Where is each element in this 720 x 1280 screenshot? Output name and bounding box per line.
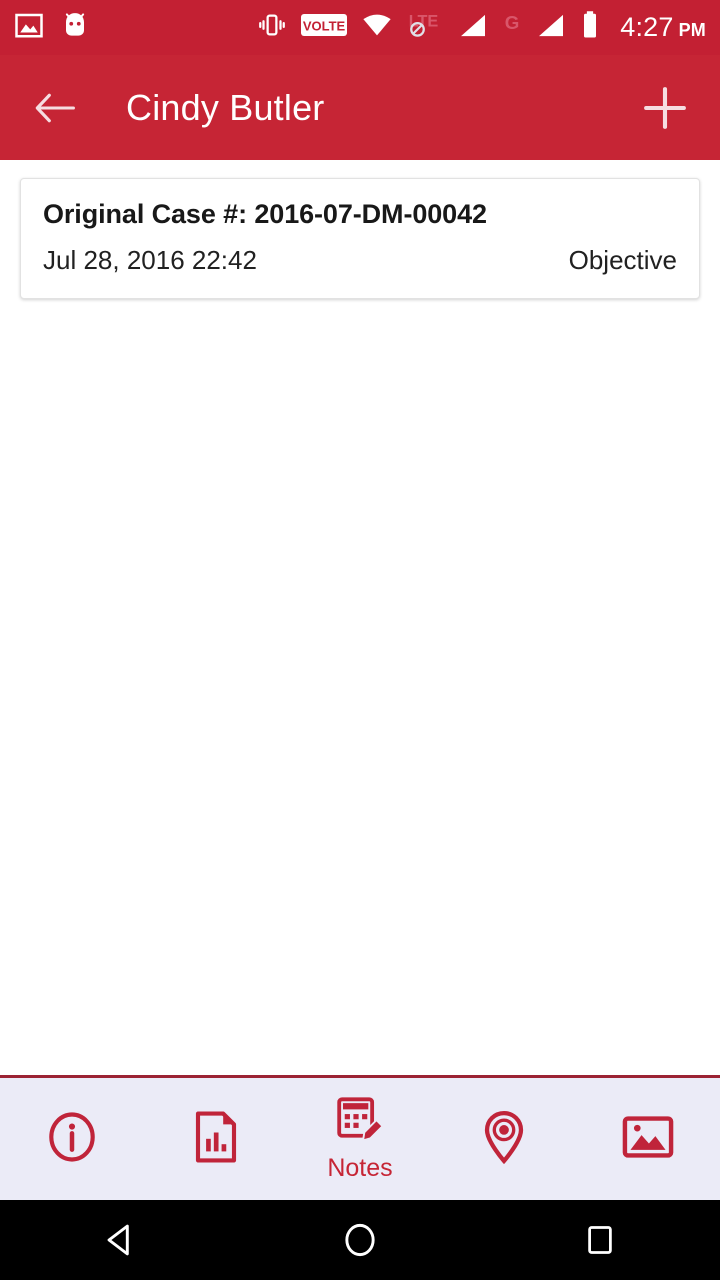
triangle-back-icon: [107, 1224, 129, 1256]
android-head-icon: [60, 10, 90, 45]
map-pin-icon: [480, 1109, 528, 1170]
page-title: Cindy Butler: [126, 86, 325, 128]
status-bar: VOLTE LTE G 4:27 PM: [0, 0, 720, 55]
add-note-button[interactable]: [636, 79, 694, 137]
note-card[interactable]: Original Case #: 2016-07-DM-00042 Jul 28…: [20, 178, 700, 299]
vibrate-icon: [257, 10, 287, 45]
arrow-left-icon: [35, 93, 75, 122]
clock-time: 4:27: [620, 12, 674, 42]
info-circle-icon: [45, 1110, 99, 1169]
bottom-navigation-bar: Notes: [0, 1075, 720, 1200]
nav-item-reports[interactable]: [144, 1078, 288, 1200]
android-home-button[interactable]: [330, 1210, 390, 1270]
photo-image-icon: [620, 1113, 676, 1166]
circle-home-icon: [345, 1223, 375, 1257]
plus-icon: [644, 86, 686, 129]
clock-ampm: PM: [678, 20, 706, 40]
note-timestamp: Jul 28, 2016 22:42: [43, 245, 257, 275]
status-bar-left-icons: [14, 10, 90, 45]
phone-screen: VOLTE LTE G 4:27 PM Cindy Butler Origina…: [0, 0, 720, 1280]
signal-bars-sim2-icon: [535, 12, 567, 44]
volte-icon: VOLTE: [300, 12, 348, 43]
signal-bars-sim1-icon: [457, 12, 489, 44]
report-doc-icon: [191, 1110, 241, 1169]
case-number: Original Case #: 2016-07-DM-00042: [43, 199, 487, 229]
square-recents-icon: [588, 1226, 612, 1254]
android-back-button[interactable]: [90, 1210, 150, 1270]
app-bar: Cindy Butler: [0, 55, 720, 160]
svg-text:G: G: [505, 12, 520, 33]
nav-item-info[interactable]: [0, 1078, 144, 1200]
notes-pencil-icon: [334, 1095, 386, 1152]
lte-disabled-icon: LTE: [406, 10, 444, 45]
battery-icon: [580, 10, 600, 45]
nav-item-photos[interactable]: [576, 1078, 720, 1200]
svg-text:VOLTE: VOLTE: [303, 19, 346, 34]
android-system-nav: [0, 1200, 720, 1280]
note-type-badge: Objective: [568, 245, 677, 275]
android-recents-button[interactable]: [570, 1210, 630, 1270]
status-bar-right-icons: VOLTE LTE G 4:27 PM: [257, 10, 706, 45]
network-g-icon: G: [502, 11, 522, 44]
nav-item-location[interactable]: [432, 1078, 576, 1200]
notes-list: Original Case #: 2016-07-DM-00042 Jul 28…: [0, 160, 720, 1075]
status-bar-clock: 4:27 PM: [620, 12, 706, 43]
wifi-icon: [361, 12, 393, 43]
note-meta-row: Jul 28, 2016 22:42 Objective: [43, 245, 677, 276]
nav-item-notes-label: Notes: [327, 1154, 393, 1182]
screenshot-image-icon: [14, 10, 44, 45]
back-button[interactable]: [26, 79, 84, 137]
nav-item-notes[interactable]: Notes: [288, 1078, 432, 1200]
